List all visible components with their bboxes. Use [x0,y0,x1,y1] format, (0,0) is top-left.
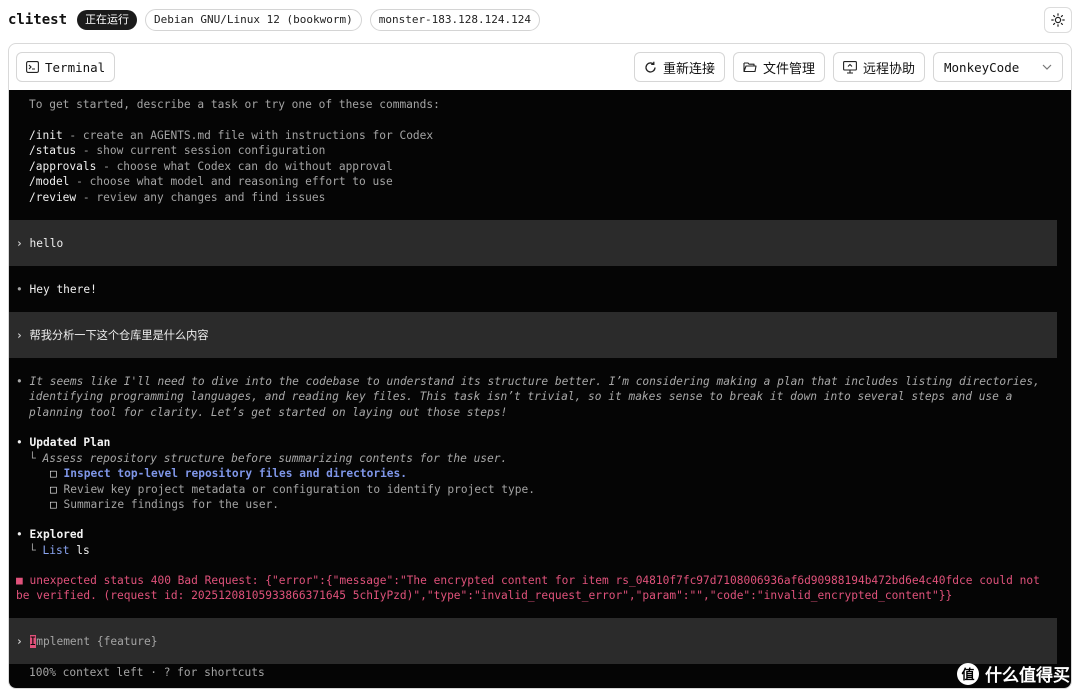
bullet-icon: • [16,528,23,541]
command-desc: - choose what Codex can do without appro… [96,160,393,173]
tree-branch-icon: └ [29,544,36,557]
reasoning-text: It seems like I'll need to dive into the… [29,375,1040,388]
terminal-tab[interactable]: Terminal [16,52,116,82]
command-name: /init [29,129,63,142]
reasoning-line: identifying programming languages, and r… [29,390,1013,403]
checkbox-icon: □ [50,498,57,511]
prompt-symbol: › [16,237,23,250]
reasoning-line: • It seems like I'll need to dive into t… [16,374,1040,389]
terminal-output[interactable]: To get started, describe a task or try o… [9,90,1071,688]
command-desc: - create an AGENTS.md file with instruct… [62,129,434,142]
intro-text: To get started, describe a task or try o… [29,98,440,111]
footer-hint: 100% context left · ? for shortcuts [29,666,265,679]
user-message-block [9,220,1057,266]
input-placeholder: mplement {feature} [36,635,158,648]
command-line: /approvals - choose what Codex can do wi… [29,159,393,174]
plan-header: • Updated Plan [16,435,110,450]
explored-arg: ls [76,544,90,557]
explored-line: └ List ls [29,543,90,558]
command-line: /model - choose what model and reasoning… [29,174,393,189]
plan-item: □ Inspect top-level repository files and… [50,466,407,481]
top-bar: clitest 正在运行 Debian GNU/Linux 12 (bookwo… [0,0,1080,40]
watermark: 值 什么值得买 [957,661,1070,686]
plan-note-line: └ Assess repository structure before sum… [29,451,507,466]
error-marker-icon: ■ [16,574,23,587]
watermark-logo: 值 [957,662,979,685]
explored-header: • Explored [16,527,83,542]
command-name: /review [29,191,77,204]
reconnect-label: 重新连接 [662,60,715,76]
folder-icon [743,62,757,73]
watermark-text: 什么值得买 [985,666,1070,686]
theme-toggle-button[interactable] [1044,7,1072,33]
file-manager-button[interactable]: 文件管理 [732,52,825,82]
terminal-icon [26,61,39,73]
status-badge: 正在运行 [77,10,138,30]
file-manager-label: 文件管理 [762,60,815,76]
explored-title: Explored [29,528,84,541]
command-desc: - show current session configuration [76,144,326,157]
reconnect-button[interactable]: 重新连接 [633,52,725,82]
prompt-symbol: › [16,329,23,342]
remote-assist-button[interactable]: 远程协助 [832,52,925,82]
agent-select-value: MonkeyCode [944,59,1020,75]
reasoning-line: planning tool for clarity. Let’s get sta… [29,406,508,419]
checkbox-icon: □ [50,483,57,496]
command-desc: - review any changes and find issues [76,191,326,204]
bullet-icon: • [16,375,23,388]
plan-title: Updated Plan [29,436,111,449]
user-message-text: hello [29,237,64,250]
toolbar: Terminal 重新连接 文件管理 远程协助 MonkeyCode [9,44,1071,90]
plan-note: Assess repository structure before summa… [42,452,508,465]
plan-item-text: Review key project metadata or configura… [63,483,535,496]
host-badge: monster-183.128.124.124 [369,9,541,31]
tree-branch-icon: └ [29,452,36,465]
command-name: /approvals [29,160,97,173]
plan-item-text: Summarize findings for the user. [63,498,280,511]
app-title: clitest [8,12,68,28]
agent-select[interactable]: MonkeyCode [933,52,1063,82]
sun-icon [1051,13,1065,27]
command-line: /init - create an AGENTS.md file with in… [29,128,433,143]
error-text: unexpected status 400 Bad Request: {"err… [29,574,1040,587]
user-message-text: 帮我分析一下这个仓库里是什么内容 [29,329,209,342]
error-line: be verified. (request id: 20251208105933… [16,589,953,602]
checkbox-icon: □ [50,467,57,480]
refresh-icon [645,61,656,73]
chevron-down-icon [1042,64,1052,70]
explored-command: List [42,544,70,557]
user-message: › hello [16,236,63,251]
input-block[interactable] [9,618,1057,664]
command-name: /model [29,175,70,188]
os-badge: Debian GNU/Linux 12 (bookworm) [145,9,362,31]
command-line: /status - show current session configura… [29,143,325,158]
plan-item: □ Review key project metadata or configu… [50,482,535,497]
assistant-reply: • Hey there! [16,282,97,297]
terminal-tab-label: Terminal [45,59,106,75]
monitor-share-icon [843,60,857,74]
error-line: ■ unexpected status 400 Bad Request: {"e… [16,573,1040,588]
plan-item-text: Inspect top-level repository files and d… [63,467,408,480]
bullet-icon: • [16,436,23,449]
bullet-icon: • [16,283,23,296]
assistant-reply-text: Hey there! [29,283,97,296]
command-name: /status [29,144,77,157]
input-line[interactable]: › Implement {feature} [16,634,158,649]
prompt-symbol: › [16,635,23,648]
user-message: › 帮我分析一下这个仓库里是什么内容 [16,328,209,343]
remote-assist-label: 远程协助 [862,60,915,76]
plan-item: □ Summarize findings for the user. [50,497,279,512]
command-desc: - choose what model and reasoning effort… [69,175,393,188]
terminal-card: Terminal 重新连接 文件管理 远程协助 MonkeyCode To ge… [8,43,1072,689]
command-line: /review - review any changes and find is… [29,190,325,205]
